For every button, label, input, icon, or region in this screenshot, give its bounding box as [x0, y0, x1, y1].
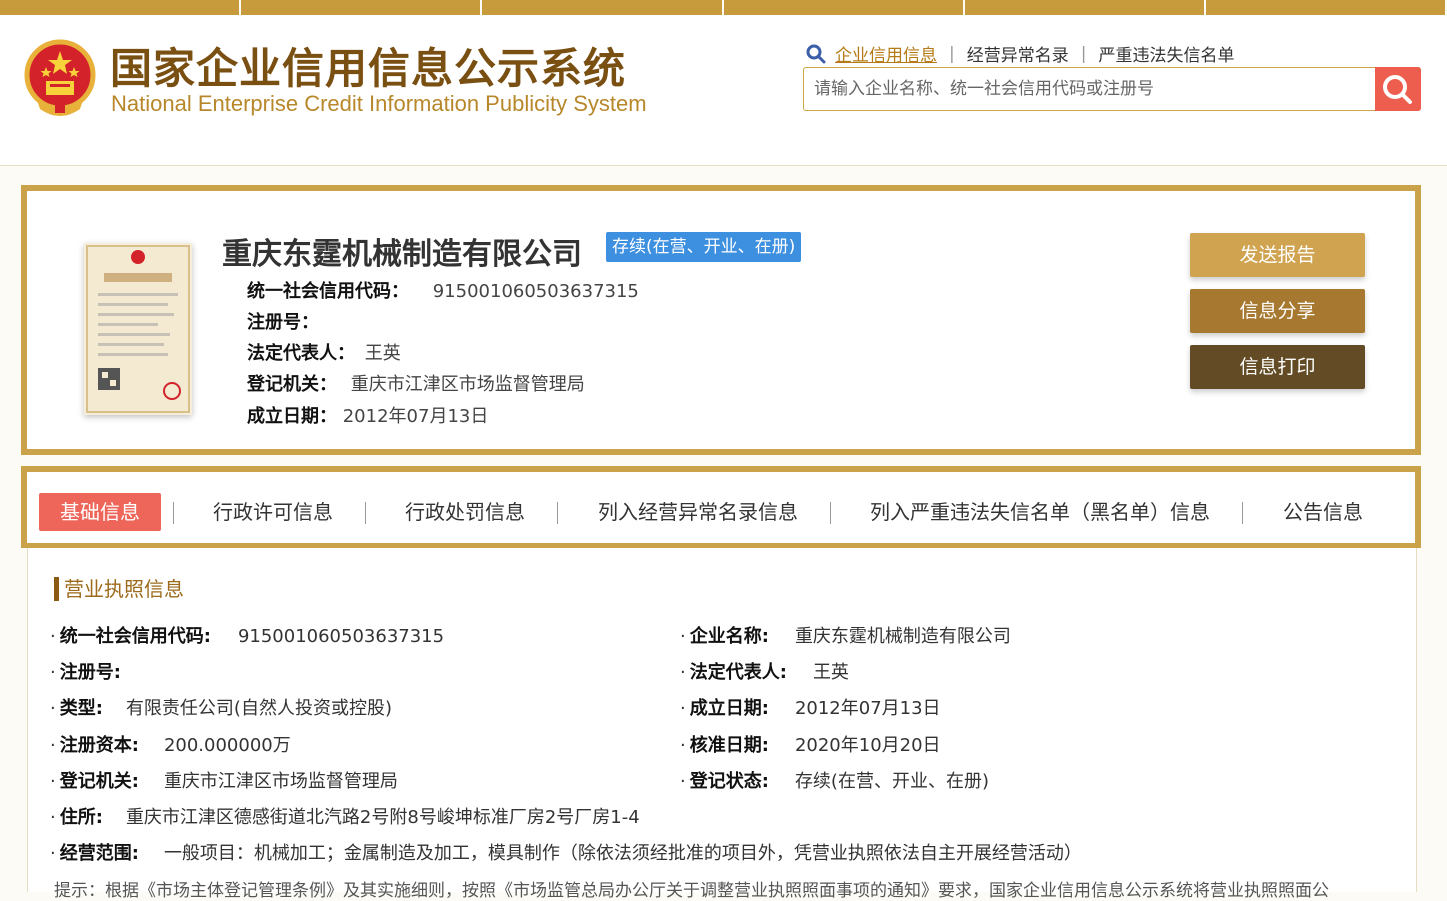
- license-field: · 统一社会信用代码: 915001060503637315: [50, 622, 444, 648]
- status-badge: 存续(在营、开业、在册): [606, 232, 802, 262]
- bullet: ·: [680, 626, 686, 647]
- site-header: 国家企业信用信息公示系统 National Enterprise Credit …: [0, 15, 1447, 166]
- field-label: 注册号：: [247, 312, 319, 333]
- license-field: · 法定代表人: 王英: [680, 658, 849, 684]
- license-field: · 成立日期: 2012年07月13日: [680, 694, 941, 720]
- field-label: 成立日期：: [247, 406, 337, 427]
- bullet: ·: [50, 662, 56, 683]
- field-label: 注册号:: [59, 662, 121, 683]
- field-label: 法定代表人:: [689, 662, 787, 683]
- tab-abnormal-list[interactable]: 列入经营异常名录信息: [598, 493, 798, 531]
- top-nav: 企业信用信息 | 经营异常名录 | 严重违法失信名单: [805, 41, 1246, 66]
- magnifier-icon: [806, 44, 826, 63]
- field-label: 类型:: [59, 698, 103, 719]
- tab-separator: [830, 502, 831, 524]
- field-label: 法定代表人：: [247, 343, 355, 364]
- field-value: 2012年07月13日: [794, 698, 941, 719]
- tab-separator: [557, 502, 558, 524]
- search-button[interactable]: [1375, 67, 1421, 111]
- license-thumbnail-icon: [86, 245, 190, 413]
- license-info-panel: 营业执照信息 · 统一社会信用代码: 915001060503637315 · 注册号…: [27, 548, 1417, 901]
- field-value: 有限责任公司(自然人投资或控股): [125, 698, 392, 719]
- tab-separator: [173, 502, 174, 524]
- summary-field: 法定代表人： 王英: [247, 339, 401, 365]
- tab-blacklist[interactable]: 列入严重违法失信名单（黑名单）信息: [870, 493, 1210, 531]
- bullet: ·: [50, 626, 56, 647]
- bullet: ·: [50, 698, 56, 719]
- bullet: ·: [50, 735, 56, 756]
- magnifier-icon: [1383, 75, 1412, 104]
- national-emblem-icon: [24, 39, 96, 116]
- tab-separator: [365, 502, 366, 524]
- bullet: ·: [50, 771, 56, 792]
- license-field: · 核准日期: 2020年10月20日: [680, 731, 941, 757]
- search-box: [803, 67, 1421, 111]
- bullet: ·: [680, 662, 686, 683]
- search-input[interactable]: [812, 74, 1366, 104]
- license-field: · 企业名称: 重庆东霆机械制造有限公司: [680, 622, 1011, 648]
- field-value: 重庆市江津区市场监督管理局: [350, 374, 585, 395]
- bullet: ·: [680, 735, 686, 756]
- field-label: 统一社会信用代码:: [59, 626, 211, 647]
- nav-blacklist[interactable]: 严重违法失信名单: [1086, 41, 1246, 66]
- field-label: 经营范围:: [59, 843, 139, 864]
- nav-abnormal-list[interactable]: 经营异常名录: [955, 41, 1081, 66]
- tab-admin-penalty[interactable]: 行政处罚信息: [405, 493, 525, 531]
- license-field: · 经营范围: 一般项目：机械加工；金属制造及加工，模具制作（除依法须经批准的项目外…: [50, 839, 1082, 865]
- field-value: 2020年10月20日: [794, 735, 941, 756]
- tab-announcements[interactable]: 公告信息: [1283, 493, 1363, 531]
- field-value: 915001060503637315: [432, 281, 639, 302]
- field-label: 统一社会信用代码：: [247, 281, 409, 302]
- bullet: ·: [680, 771, 686, 792]
- summary-field: 成立日期： 2012年07月13日: [247, 402, 488, 428]
- site-title-cn: 国家企业信用信息公示系统: [110, 44, 627, 93]
- company-name: 重庆东霆机械制造有限公司: [222, 237, 582, 272]
- notice-text: 提示：根据《市场主体登记管理条例》及其实施细则，按照《市场监管总局办公厅关于调整…: [54, 881, 1329, 901]
- license-field: · 类型: 有限责任公司(自然人投资或控股): [50, 694, 392, 720]
- top-decor-strip: [0, 0, 1447, 15]
- summary-field: 登记机关： 重庆市江津区市场监督管理局: [247, 370, 585, 396]
- field-value: 存续(在营、开业、在册): [794, 771, 989, 792]
- field-value: 王英: [364, 343, 401, 364]
- business-license-image[interactable]: [84, 243, 192, 415]
- tab-basic-info[interactable]: 基础信息: [39, 493, 161, 531]
- field-label: 企业名称:: [689, 626, 769, 647]
- bullet: ·: [680, 698, 686, 719]
- field-label: 登记机关：: [247, 374, 337, 395]
- field-value: 王英: [812, 662, 849, 683]
- section-title: 营业执照信息: [54, 577, 184, 601]
- info-tabs: 基础信息 行政许可信息 行政处罚信息 列入经营异常名录信息 列入严重违法失信名单…: [21, 466, 1421, 548]
- field-value: 重庆市江津区德感街道北汽路2号附8号峻坤标准厂房2号厂房1-4: [125, 807, 640, 828]
- field-label: 登记状态:: [689, 771, 769, 792]
- site-title-en: National Enterprise Credit Information P…: [111, 91, 647, 116]
- nav-enterprise-credit[interactable]: 企业信用信息: [827, 41, 949, 66]
- share-button[interactable]: 信息分享: [1190, 289, 1365, 333]
- field-value: 重庆东霆机械制造有限公司: [794, 626, 1011, 647]
- field-label: 住所:: [59, 807, 103, 828]
- field-label: 登记机关:: [59, 771, 139, 792]
- field-value: 重庆市江津区市场监督管理局: [163, 771, 398, 792]
- tab-separator: [1242, 502, 1243, 524]
- bullet: ·: [50, 843, 56, 864]
- field-value: 一般项目：机械加工；金属制造及加工，模具制作（除依法须经批准的项目外，凭营业执照…: [163, 843, 1082, 864]
- field-value: 200.000000万: [163, 735, 291, 756]
- send-report-button[interactable]: 发送报告: [1190, 233, 1365, 277]
- license-field: · 注册号:: [50, 658, 121, 684]
- field-label: 核准日期:: [689, 735, 769, 756]
- field-label: 成立日期:: [689, 698, 769, 719]
- field-value: 2012年07月13日: [342, 406, 489, 427]
- license-field: · 登记机关: 重庆市江津区市场监督管理局: [50, 767, 398, 793]
- print-button[interactable]: 信息打印: [1190, 345, 1365, 389]
- company-summary-card: 重庆东霆机械制造有限公司 存续(在营、开业、在册) 统一社会信用代码： 9150…: [21, 185, 1421, 455]
- summary-field: 注册号：: [247, 308, 319, 334]
- license-field: · 住所: 重庆市江津区德感街道北汽路2号附8号峻坤标准厂房2号厂房1-4: [50, 803, 640, 829]
- field-value: 915001060503637315: [237, 626, 445, 647]
- field-label: 注册资本:: [59, 735, 139, 756]
- tab-admin-license[interactable]: 行政许可信息: [213, 493, 333, 531]
- license-field: · 登记状态: 存续(在营、开业、在册): [680, 767, 989, 793]
- summary-field: 统一社会信用代码： 915001060503637315: [247, 277, 639, 303]
- license-field: · 注册资本: 200.000000万: [50, 731, 291, 757]
- bullet: ·: [50, 807, 56, 828]
